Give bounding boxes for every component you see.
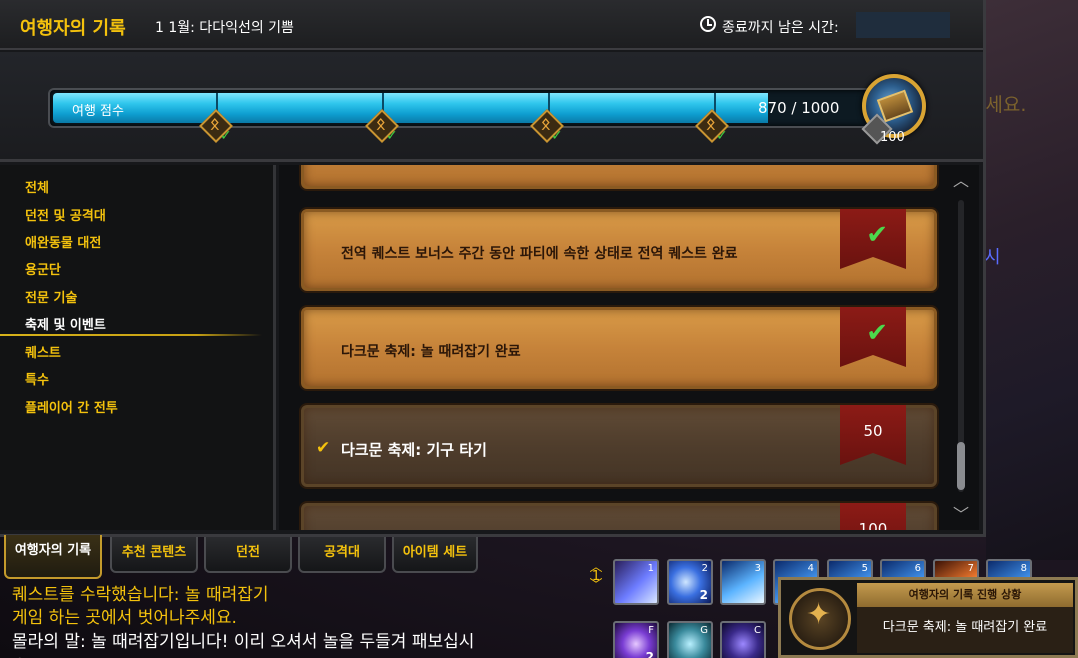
rune-icon: ᛟ <box>706 114 716 133</box>
sidebar-item-pvp[interactable]: 플레이어 간 전투 <box>25 398 265 420</box>
skull-spell-icon[interactable]: G <box>667 621 713 658</box>
keybind-label: 7 <box>967 563 974 574</box>
game-world-background <box>986 0 1078 560</box>
keybind-label: 6 <box>914 563 921 574</box>
check-icon: ✓ <box>716 128 728 144</box>
tab-raids[interactable]: 공격대 <box>298 537 386 573</box>
compass-star-icon: ✦ <box>806 597 832 632</box>
clock-icon <box>700 16 716 32</box>
month-subtitle: 1 1월: 다다익선의 기쁨 <box>155 20 294 36</box>
activity-card[interactable]: 전역 퀘스트 보너스 주간 동안 파티에 속한 상태로 전역 퀘스트 완료 ✔ <box>301 209 937 291</box>
progress-area: 여행 점수 870 / 1000 ᛟ ✓ ᛟ ✓ ᛟ ✓ ᛟ ✓ 100 <box>0 52 983 162</box>
chest-icon <box>876 89 914 123</box>
sidebar-item-pet-battles[interactable]: 애완동물 대전 <box>25 233 265 255</box>
sidebar-item-dragonflight[interactable]: 용군단 <box>25 260 265 282</box>
activity-card[interactable]: 다크문 축제: 놀 때려잡기 완료 ✔ <box>301 307 937 389</box>
activity-text: 다크문 축제: 기구 타기 <box>341 441 487 459</box>
chat-line: 퀘스트를 수락했습니다: 놀 때려잡기 <box>12 585 269 605</box>
sidebar-item-quests[interactable]: 퀘스트 <box>25 343 265 365</box>
milestone-1[interactable]: ᛟ ✓ <box>199 109 234 144</box>
keybind-label: 5 <box>861 563 868 574</box>
scroll-down-arrow[interactable]: ﹀ <box>952 507 970 523</box>
progress-fill <box>53 93 768 123</box>
ice-orb-icon[interactable]: 22 <box>667 559 713 605</box>
rune-icon: ᛟ <box>376 114 386 133</box>
rune-icon: ᛟ <box>210 114 220 133</box>
arcane-spell-icon[interactable]: F2 <box>613 621 659 658</box>
travel-points-bar[interactable]: 여행 점수 870 / 1000 <box>48 88 878 128</box>
tab-dungeons[interactable]: 던전 <box>204 537 292 573</box>
milestone-4[interactable]: ᛟ ✓ <box>695 109 730 144</box>
rune-icon: ᛟ <box>541 114 551 133</box>
travelers-log-window: 여행자의 기록 1 1월: 다다익선의 기쁨 종료까지 남은 시간: 여행 점수… <box>0 0 986 537</box>
category-sidebar: 전체 던전 및 공격대 애완동물 대전 용군단 전문 기술 축제 및 이벤트 퀘… <box>0 165 276 530</box>
check-icon: ✓ <box>220 128 232 144</box>
keybind-label: 4 <box>807 563 814 574</box>
check-icon: ✓ <box>551 128 563 144</box>
keybind-label: F <box>648 625 654 636</box>
milestone-3[interactable]: ᛟ ✓ <box>530 109 565 144</box>
sidebar-item-holidays-events[interactable]: 축제 및 이벤트 <box>0 315 262 337</box>
scrollbar-thumb[interactable] <box>957 442 965 490</box>
travelers-log-progress-toast[interactable]: ✦ 여행자의 기록 진행 상황 다크문 축제: 놀 때려잡기 완료 <box>778 577 1078 658</box>
keybind-label: 1 <box>647 563 654 574</box>
sidebar-item-dungeons-raids[interactable]: 던전 및 공격대 <box>25 206 265 228</box>
tab-suggested-content[interactable]: 추천 콘텐츠 <box>110 537 198 573</box>
keybind-label: G <box>700 625 708 636</box>
frost-bolt-icon[interactable]: 3 <box>720 559 766 605</box>
frost-shard-icon[interactable]: 1 <box>613 559 659 605</box>
actionbar-page-arrows[interactable]: ︿ 1 ﹀ <box>588 561 604 592</box>
reward-count: 100 <box>880 130 905 145</box>
toast-header: 여행자의 기록 진행 상황 <box>857 583 1073 607</box>
toast-body: 다크문 축제: 놀 때려잡기 완료 <box>857 607 1073 653</box>
scroll-up-arrow[interactable]: ︿ <box>952 173 970 189</box>
keybind-label: 3 <box>754 563 761 574</box>
activity-list: 전역 퀘스트 보너스 주간 동안 파티에 속한 상태로 전역 퀘스트 완료 ✔ … <box>279 165 979 530</box>
check-icon: ✓ <box>386 128 398 144</box>
time-remaining-label: 종료까지 남은 시간: <box>722 20 839 36</box>
compass-emblem-icon: ✦ <box>789 588 851 650</box>
tracked-check-icon[interactable]: ✔ <box>316 438 330 458</box>
check-icon: ✔ <box>866 318 888 348</box>
keybind-label: C <box>754 625 761 636</box>
points-value: 100 <box>858 520 888 530</box>
progress-label: 여행 점수 <box>72 104 124 119</box>
activity-card[interactable]: 100 <box>301 503 937 530</box>
charge-count: 2 <box>645 650 654 658</box>
tab-travelers-log[interactable]: 여행자의 기록 <box>4 535 102 579</box>
chat-line: 오! <box>12 651 34 658</box>
charge-count: 2 <box>699 588 708 602</box>
title-bar: 여행자의 기록 1 1월: 다다익선의 기쁨 종료까지 남은 시간: <box>0 0 983 50</box>
points-value: 50 <box>863 422 883 440</box>
sidebar-item-professions[interactable]: 전문 기술 <box>25 288 265 310</box>
chat-line: 게임 하는 곳에서 벗어나주세요. <box>12 608 237 628</box>
keybind-label: 2 <box>701 563 708 574</box>
milestone-2[interactable]: ᛟ ✓ <box>365 109 400 144</box>
activity-text: 다크문 축제: 놀 때려잡기 완료 <box>341 344 521 360</box>
shadow-spell-icon[interactable]: C <box>720 621 766 658</box>
chat-line: 몰라의 말: 놀 때려잡기입니다! 이리 오셔서 놀을 두들겨 패보십시 <box>12 632 475 652</box>
check-icon: ✔ <box>866 220 888 250</box>
sidebar-item-all[interactable]: 전체 <box>25 178 265 200</box>
tab-item-sets[interactable]: 아이템 세트 <box>392 537 478 573</box>
background-glyph: 시 <box>984 247 1001 268</box>
keybind-label: 8 <box>1020 563 1027 574</box>
activity-card[interactable] <box>301 165 937 189</box>
activity-card[interactable]: ✔ 다크문 축제: 기구 타기 50 <box>301 405 937 487</box>
activity-text: 전역 퀘스트 보너스 주간 동안 파티에 속한 상태로 전역 퀘스트 완료 <box>341 246 738 262</box>
sidebar-item-special[interactable]: 특수 <box>25 370 265 392</box>
progress-value: 870 / 1000 <box>758 99 840 117</box>
window-title: 여행자의 기록 <box>20 18 126 39</box>
time-remaining-value <box>856 12 950 38</box>
